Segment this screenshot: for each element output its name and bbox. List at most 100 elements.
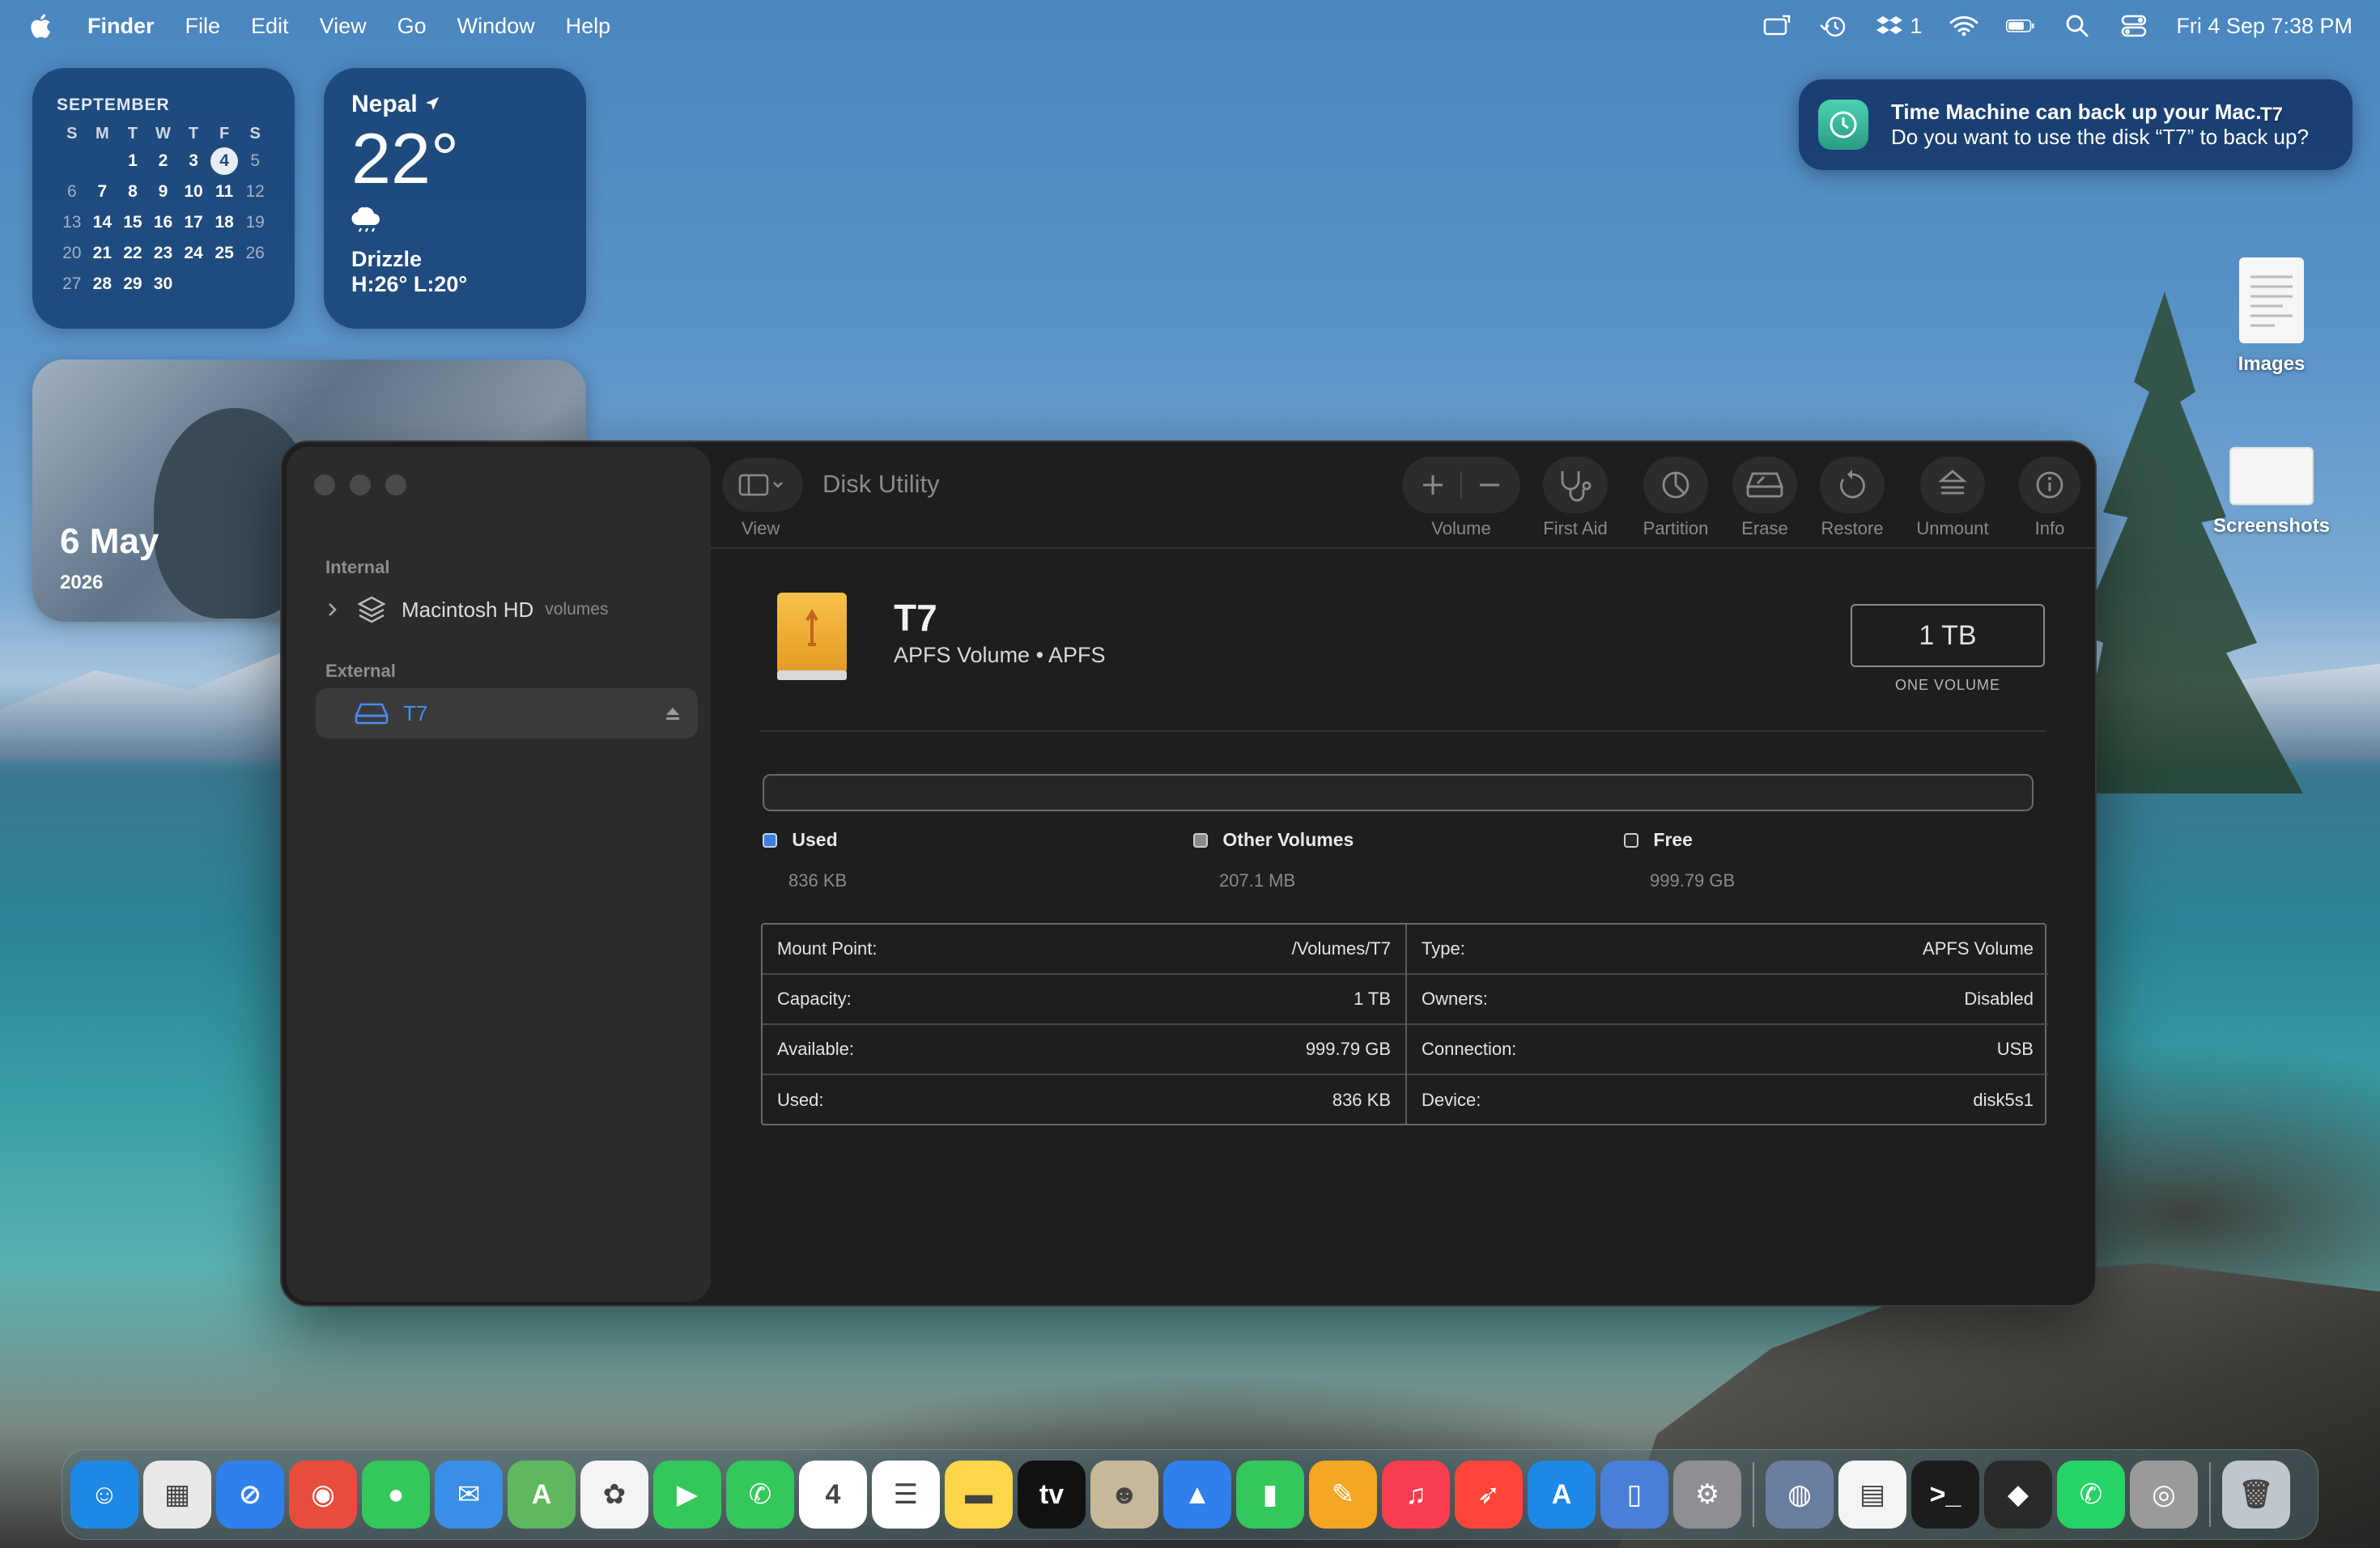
app-store-icon[interactable]: A [1528, 1461, 1596, 1529]
info-row: Capacity: 1 TB [763, 975, 1405, 1025]
erase-button[interactable] [1732, 457, 1797, 513]
whatsapp-icon[interactable]: ✆ [2057, 1461, 2125, 1529]
calendar-grid: SMTWTFS 1 2 3 4 5 6 7 8 9 10 11 12 13 14 15 16 17 18 19 20 2… [57, 121, 270, 300]
volume-subtitle: APFS Volume • APFS [894, 643, 1106, 667]
volume-size: 1 TB [1851, 604, 2045, 667]
other-swatch [1193, 833, 1208, 848]
first-aid-button[interactable] [1543, 457, 1608, 513]
time-machine-icon[interactable] [1819, 14, 1848, 38]
unmount-button[interactable] [1920, 457, 1985, 513]
messages-icon[interactable]: ● [362, 1461, 430, 1529]
legend-used-label: Used [792, 829, 838, 850]
menu-go[interactable]: Go [397, 14, 427, 39]
unmount-icon [1938, 470, 1967, 495]
calendar-icon[interactable]: 4 [799, 1461, 867, 1529]
calendar-day: 13 [62, 213, 82, 232]
control-center-icon[interactable] [2119, 14, 2148, 38]
battery-icon[interactable] [2006, 14, 2035, 38]
legend-other-volumes: Other Volumes 207.1 MB [1193, 829, 1354, 891]
mail-icon[interactable]: ✉ [435, 1461, 503, 1529]
rocket-icon[interactable]: ➶ [1455, 1461, 1523, 1529]
calendar-day [240, 269, 270, 300]
reminders-icon[interactable]: ☰ [872, 1461, 940, 1529]
minus-icon[interactable] [1473, 469, 1506, 501]
apple-menu-icon[interactable] [28, 12, 52, 40]
calendar-day: 22 [123, 244, 142, 262]
calendar-day: 3 [189, 151, 198, 170]
menu-edit[interactable]: Edit [251, 14, 289, 39]
info-key: Type: [1422, 938, 1465, 959]
legend-other-value: 207.1 MB [1219, 870, 1296, 891]
calendar-day: 16 [153, 213, 173, 232]
maps-icon[interactable]: A [508, 1461, 576, 1529]
weekday-header: M [96, 124, 109, 142]
calendar-day: 12 [245, 182, 265, 201]
sidebar-view-button[interactable] [722, 458, 803, 512]
trash-icon[interactable]: 🗑 [2222, 1461, 2290, 1529]
sidebar-item-t7[interactable]: T7 [316, 688, 698, 738]
weather-widget[interactable]: Nepal 22° Drizzle H:26° L:20° [324, 68, 586, 329]
safari-icon[interactable]: ⊘ [216, 1461, 284, 1529]
disk-utility-icon[interactable]: ◍ [1766, 1461, 1834, 1529]
legend-other-label: Other Volumes [1222, 829, 1354, 850]
menu-window[interactable]: Window [457, 14, 535, 39]
info-value: 999.79 GB [1305, 1039, 1391, 1059]
notes-icon[interactable]: ▬ [945, 1461, 1013, 1529]
menu-clock[interactable]: Fri 4 Sep 7:38 PM [2176, 14, 2352, 39]
utility-app-icon[interactable]: ◎ [2130, 1461, 2198, 1529]
zoom-button[interactable] [385, 474, 406, 495]
text-document-icon[interactable]: ▤ [1838, 1461, 1906, 1529]
sidebar-item-macintosh-hd[interactable]: Macintosh HD volumes [316, 585, 698, 635]
calendar-day: 21 [92, 244, 113, 262]
simulator-icon[interactable]: ▯ [1600, 1461, 1668, 1529]
menu-view[interactable]: View [320, 14, 367, 39]
facetime-icon[interactable]: ▶ [653, 1461, 721, 1529]
photos-icon[interactable]: ✿ [580, 1461, 648, 1529]
unmount-label: Unmount [1916, 518, 1989, 538]
tv-icon[interactable]: tv [1018, 1461, 1086, 1529]
partition-button[interactable] [1643, 457, 1708, 513]
close-button[interactable] [314, 474, 335, 495]
legend-used-value: 836 KB [788, 870, 848, 891]
first-aid-label: First Aid [1543, 518, 1608, 538]
desktop-item-label: Screenshots [2212, 515, 2331, 537]
keynote-icon[interactable]: ▲ [1163, 1461, 1231, 1529]
terminal-icon[interactable]: >_ [1911, 1461, 1979, 1529]
menu-app-name[interactable]: Finder [87, 14, 155, 39]
menu-file[interactable]: File [185, 14, 221, 39]
eject-icon[interactable] [664, 705, 682, 721]
window-title: Disk Utility [822, 470, 940, 498]
calendar-widget[interactable]: SEPTEMBER SMTWTFS 1 2 3 4 5 6 7 8 9 10 11 12 13 14 15 1… [32, 68, 295, 329]
info-button[interactable] [2019, 457, 2080, 513]
sidebar-toggle-icon [738, 474, 783, 496]
contacts-icon[interactable]: ☻ [1090, 1461, 1158, 1529]
volume-label: Volume [1431, 518, 1491, 538]
desktop-item-images[interactable]: Images [2199, 257, 2344, 376]
phone-icon[interactable]: ✆ [726, 1461, 794, 1529]
chrome-icon[interactable]: ◉ [289, 1461, 357, 1529]
desktop-item-screenshots[interactable]: Screenshots [2199, 447, 2344, 538]
cube-app-icon[interactable]: ◆ [1984, 1461, 2052, 1529]
menu-help[interactable]: Help [566, 14, 611, 39]
calendar-day: 20 [62, 244, 82, 262]
minimize-button[interactable] [350, 474, 371, 495]
usage-bar [763, 774, 2034, 811]
system-settings-icon[interactable]: ⚙ [1673, 1461, 1741, 1529]
chevron-right-icon[interactable] [327, 602, 338, 618]
time-machine-app-icon [1818, 100, 1868, 150]
numbers-icon[interactable]: ▮ [1236, 1461, 1304, 1529]
wifi-icon[interactable] [1949, 14, 1978, 38]
finder-icon[interactable]: ☺ [70, 1461, 138, 1529]
launchpad-icon[interactable]: ▦ [143, 1461, 211, 1529]
screen-share-icon[interactable] [1762, 14, 1791, 38]
pages-icon[interactable]: ✎ [1309, 1461, 1377, 1529]
spotlight-search-icon[interactable] [2063, 14, 2092, 38]
pie-partition-icon [1662, 471, 1689, 499]
plus-icon[interactable] [1417, 469, 1449, 501]
music-icon[interactable]: ♫ [1382, 1461, 1450, 1529]
volume-add-remove-button[interactable] [1402, 457, 1520, 513]
desktop-item-t7[interactable]: T7 [2199, 73, 2344, 126]
restore-button[interactable] [1820, 457, 1885, 513]
dropbox-status[interactable]: 1 [1876, 14, 1922, 39]
info-row: Used: 836 KB [763, 1075, 1405, 1125]
